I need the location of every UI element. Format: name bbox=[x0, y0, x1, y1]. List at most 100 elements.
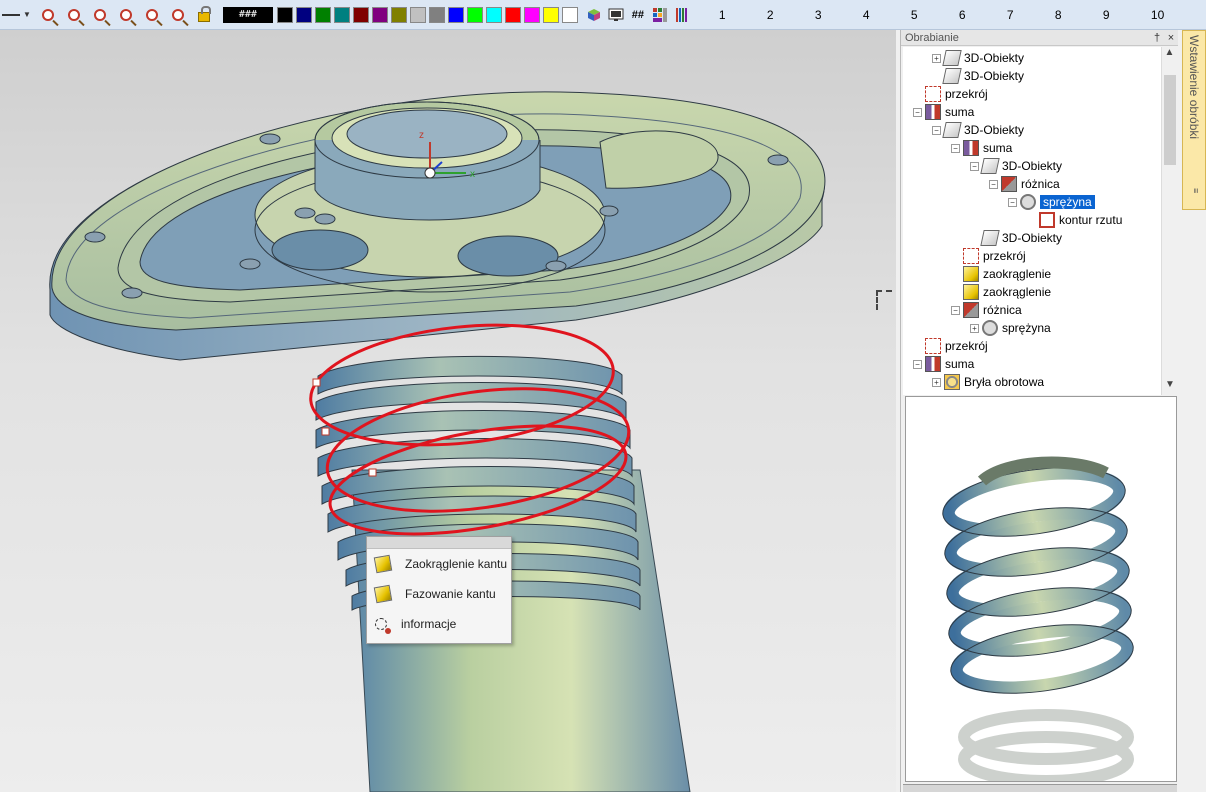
tree-node[interactable]: 3D-Obiekty bbox=[932, 67, 1024, 85]
layer-number[interactable]: 2 bbox=[767, 8, 815, 22]
sum-icon bbox=[925, 104, 941, 120]
line-style-dropdown-icon[interactable]: ▼ bbox=[23, 10, 31, 19]
tree-node[interactable]: − sprężyna bbox=[1008, 193, 1095, 211]
tree-node[interactable]: przekrój bbox=[951, 247, 1026, 265]
expand-icon[interactable]: + bbox=[970, 323, 979, 333]
preview-pane[interactable] bbox=[905, 396, 1177, 782]
scroll-thumb[interactable] bbox=[1164, 75, 1176, 165]
expand-icon[interactable]: + bbox=[932, 377, 941, 387]
spring-icon bbox=[1020, 194, 1036, 210]
menu-item-edge-chamfer[interactable]: Fazowanie kantu bbox=[367, 579, 511, 609]
object-tree[interactable]: +3D-Obiekty 3D-Obiekty przekrój − suma −3D-Ob… bbox=[903, 47, 1161, 395]
layer-number[interactable]: 5 bbox=[911, 8, 959, 22]
spring-icon bbox=[982, 320, 998, 336]
tree-node[interactable]: − różnica bbox=[951, 301, 1022, 319]
layer-number[interactable]: 4 bbox=[863, 8, 911, 22]
color-swatch[interactable] bbox=[523, 6, 540, 23]
color-swatch[interactable] bbox=[504, 6, 521, 23]
color-swatch[interactable] bbox=[276, 6, 293, 23]
box-icon bbox=[980, 230, 1000, 246]
tree-node[interactable]: − 3D-Obiekty bbox=[932, 121, 1024, 139]
material-cube-icon[interactable] bbox=[585, 6, 603, 24]
monitor-icon[interactable] bbox=[607, 6, 625, 24]
tree-node[interactable]: − suma bbox=[951, 139, 1012, 157]
pens-icon[interactable] bbox=[673, 6, 691, 24]
tree-node[interactable]: + Bryła obrotowa bbox=[932, 373, 1044, 391]
tree-scrollbar[interactable]: ▲ ▼ bbox=[1161, 47, 1177, 395]
color-swatch[interactable] bbox=[485, 6, 502, 23]
color-swatch[interactable] bbox=[466, 6, 483, 23]
collapse-icon[interactable]: − bbox=[932, 125, 941, 135]
color-swatch[interactable] bbox=[371, 6, 388, 23]
3d-viewport[interactable]: z x bbox=[0, 30, 896, 792]
tree-node[interactable]: 3D-Obiekty bbox=[970, 229, 1062, 247]
tree-node[interactable]: − różnica bbox=[989, 175, 1060, 193]
layer-number[interactable]: 6 bbox=[959, 8, 1007, 22]
menu-item-edge-fillet[interactable]: Zaokrąglenie kantu bbox=[367, 549, 511, 579]
tree-node[interactable]: zaokrąglenie bbox=[951, 283, 1051, 301]
side-tab-insert-machining[interactable]: Wstawienie obróbki ≡ bbox=[1182, 30, 1206, 210]
collapse-icon[interactable]: − bbox=[989, 179, 998, 189]
tree-node-label: zaokrąglenie bbox=[983, 285, 1052, 299]
layer-number[interactable]: 9 bbox=[1103, 8, 1151, 22]
tree-node-label: sprężyna bbox=[1040, 195, 1095, 209]
layer-number[interactable]: 10 bbox=[1151, 8, 1199, 22]
spring-preview-render bbox=[942, 456, 1134, 781]
zoom-out-icon[interactable] bbox=[37, 4, 59, 26]
scroll-up-icon[interactable]: ▲ bbox=[1162, 47, 1177, 63]
zoom-window-icon[interactable] bbox=[63, 4, 85, 26]
line-style-icon[interactable] bbox=[2, 13, 20, 16]
color-swatch[interactable] bbox=[295, 6, 312, 23]
collapse-icon[interactable]: − bbox=[951, 305, 960, 315]
color-swatch[interactable] bbox=[314, 6, 331, 23]
color-swatch[interactable] bbox=[561, 6, 578, 23]
tree-node[interactable]: − 3D-Obiekty bbox=[970, 157, 1062, 175]
lock-icon[interactable] bbox=[193, 4, 215, 26]
3d-model-render[interactable]: z x bbox=[0, 30, 896, 792]
tree-node[interactable]: kontur rzutu bbox=[1027, 211, 1122, 229]
color-swatch[interactable] bbox=[428, 6, 445, 23]
collapse-icon[interactable]: − bbox=[951, 143, 960, 153]
layer-number[interactable]: 8 bbox=[1055, 8, 1103, 22]
layer-number[interactable]: 7 bbox=[1007, 8, 1055, 22]
viewport-corner-handle-icon[interactable] bbox=[876, 290, 892, 310]
tree-node[interactable]: zaokrąglenie bbox=[951, 265, 1051, 283]
tree-node[interactable]: przekrój bbox=[913, 337, 988, 355]
tree-node[interactable]: + sprężyna bbox=[970, 319, 1051, 337]
collapse-icon[interactable]: − bbox=[913, 107, 922, 117]
section-icon bbox=[925, 86, 941, 102]
zoom-previous-icon[interactable] bbox=[141, 4, 163, 26]
revolve-icon bbox=[944, 374, 960, 390]
collapse-icon[interactable]: − bbox=[1008, 197, 1017, 207]
tree-node-label: 3D-Obiekty bbox=[964, 51, 1025, 65]
zoom-all-icon[interactable] bbox=[89, 4, 111, 26]
layers-icon[interactable] bbox=[651, 6, 669, 24]
menu-item-info[interactable]: informacje bbox=[367, 609, 511, 639]
tree-node[interactable]: +3D-Obiekty bbox=[932, 49, 1024, 67]
pin-icon[interactable]: † bbox=[1150, 32, 1164, 44]
color-swatch[interactable] bbox=[447, 6, 464, 23]
collapse-icon[interactable]: − bbox=[970, 161, 979, 171]
color-swatch[interactable] bbox=[409, 6, 426, 23]
box-icon bbox=[942, 122, 962, 138]
scroll-down-icon[interactable]: ▼ bbox=[1162, 379, 1178, 395]
close-icon[interactable]: × bbox=[1164, 32, 1178, 44]
layer-number[interactable]: 1 bbox=[719, 8, 767, 22]
layer-number[interactable]: 3 bbox=[815, 8, 863, 22]
preview-status-strip bbox=[903, 784, 1177, 792]
side-tab-pin-icon[interactable]: ≡ bbox=[1191, 184, 1201, 193]
expand-icon[interactable]: + bbox=[932, 53, 941, 63]
color-swatch[interactable] bbox=[390, 6, 407, 23]
tree-node[interactable]: przekrój bbox=[913, 85, 988, 103]
grid-toggle-icon[interactable]: ## bbox=[629, 6, 647, 24]
tree-node-label: suma bbox=[983, 141, 1013, 155]
current-color-swatch[interactable]: ### bbox=[222, 6, 273, 23]
zoom-realtime-icon[interactable] bbox=[167, 4, 189, 26]
tree-node[interactable]: − suma bbox=[913, 355, 974, 373]
tree-node[interactable]: − suma bbox=[913, 103, 974, 121]
color-swatch[interactable] bbox=[352, 6, 369, 23]
zoom-in-icon[interactable] bbox=[115, 4, 137, 26]
color-swatch[interactable] bbox=[333, 6, 350, 23]
color-swatch[interactable] bbox=[542, 6, 559, 23]
collapse-icon[interactable]: − bbox=[913, 359, 922, 369]
